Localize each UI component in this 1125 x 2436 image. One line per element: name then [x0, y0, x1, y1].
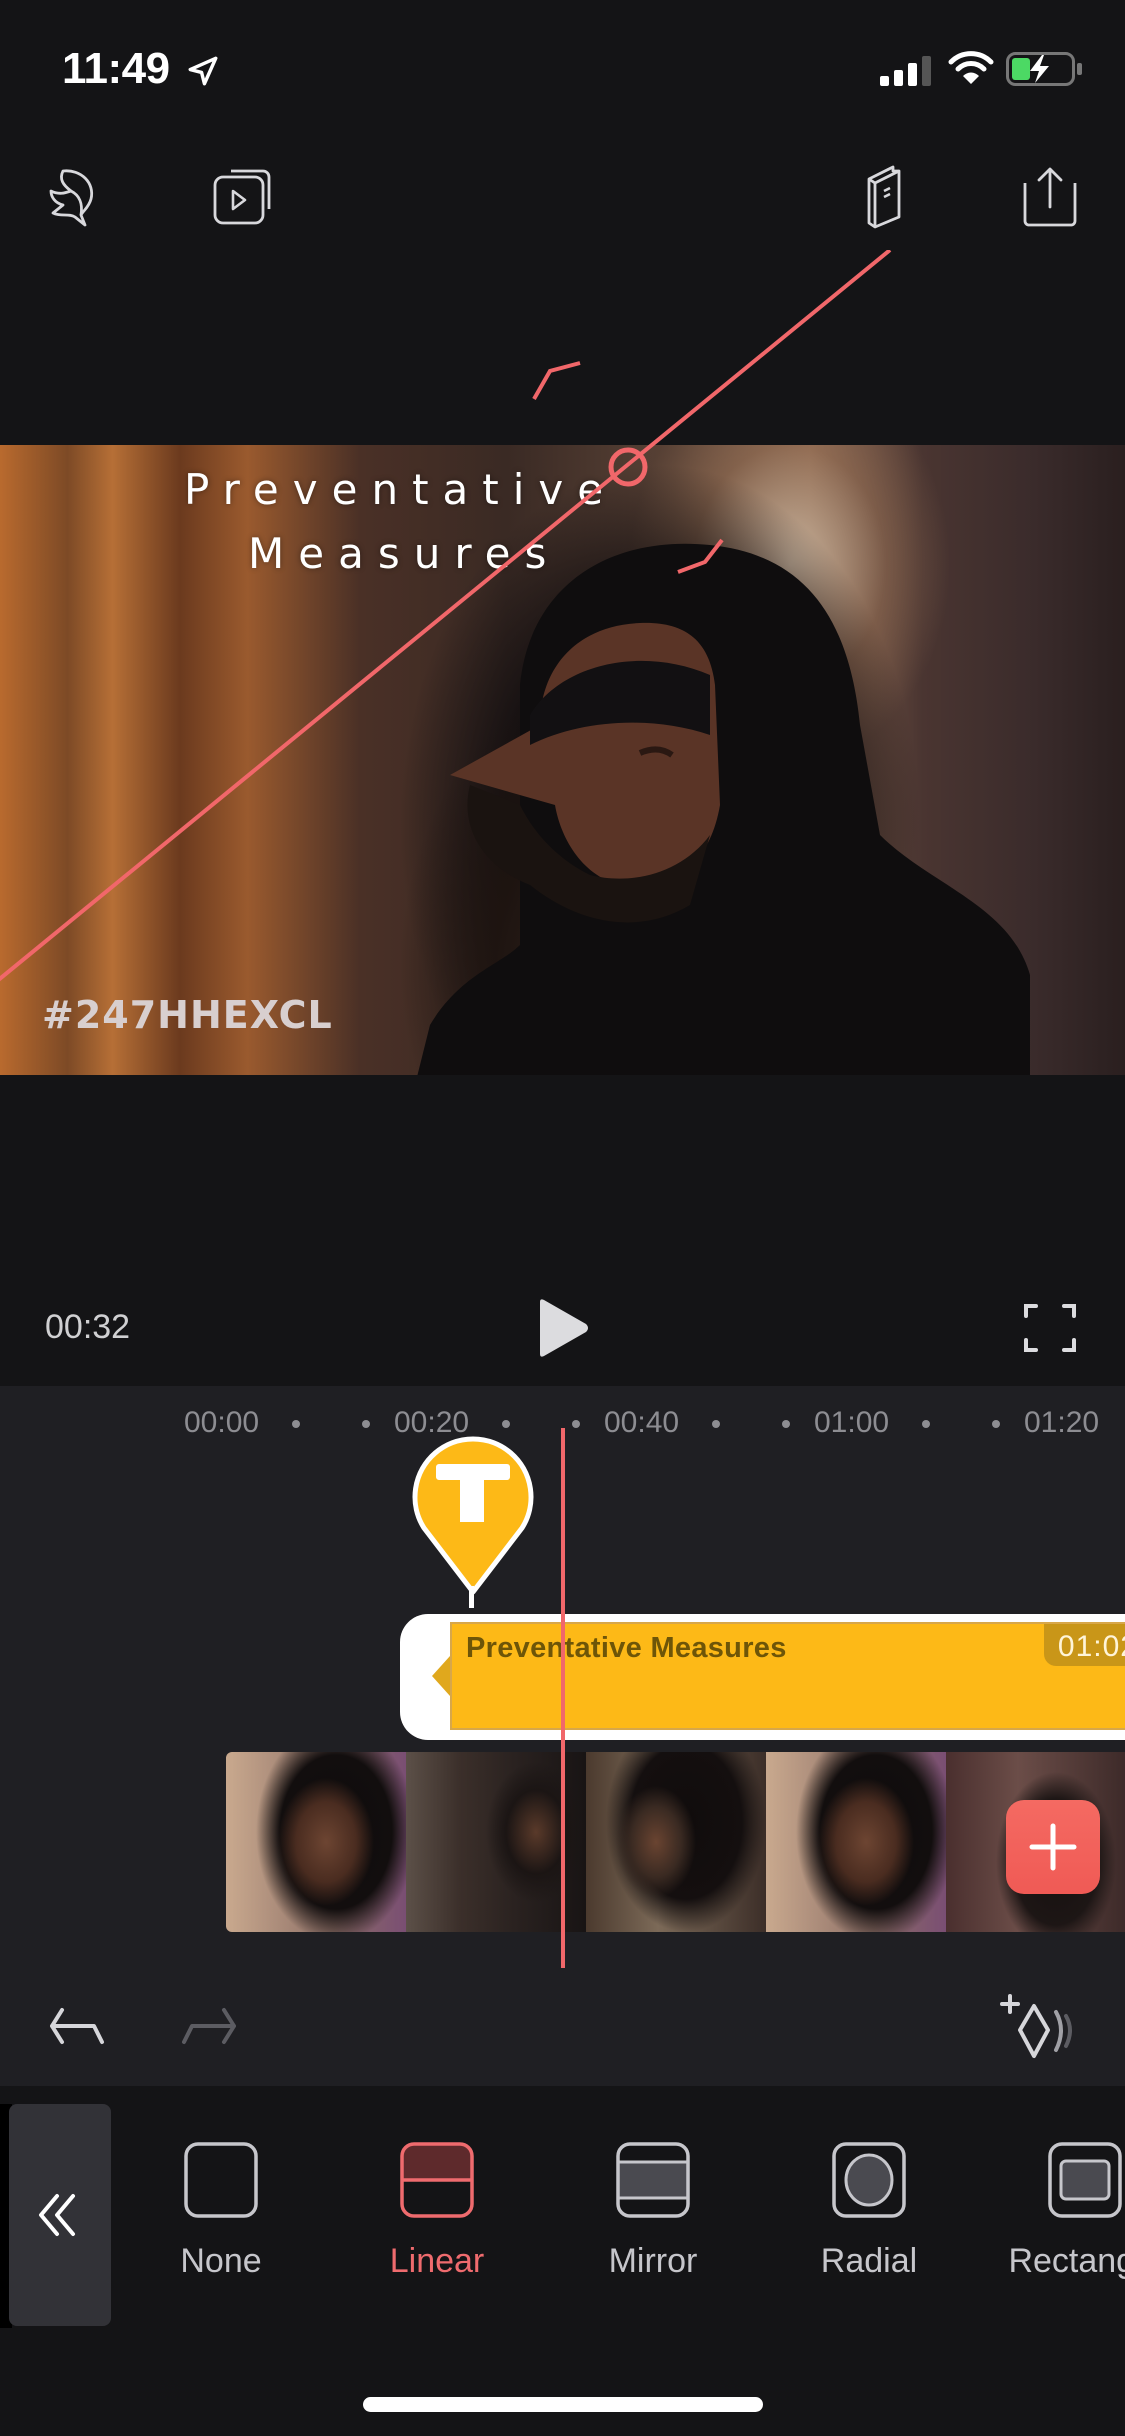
video-frame-thumbnail — [406, 1752, 586, 1932]
mask-option-label: Rectangle — [1008, 2242, 1125, 2280]
app-logo-button[interactable] — [36, 156, 116, 236]
mask-option-radial[interactable]: Radial — [779, 2142, 959, 2302]
location-arrow-icon — [188, 56, 218, 86]
video-frame-thumbnail — [766, 1752, 946, 1932]
clip-trim-handle-left[interactable] — [430, 1656, 452, 1696]
video-frame-thumbnail — [586, 1752, 766, 1932]
cellular-signal-icon — [880, 56, 931, 86]
mask-option-label: Radial — [820, 2242, 918, 2280]
current-time: 00:32 — [45, 1308, 131, 1346]
undo-button[interactable] — [48, 2006, 108, 2052]
book-icon — [867, 165, 901, 229]
text-marker-stem — [469, 1586, 474, 1608]
mask-radial-icon — [832, 2142, 906, 2218]
ruler-label: 01:00 — [814, 1406, 890, 1439]
ruler-dot — [992, 1420, 1000, 1428]
home-indicator[interactable] — [363, 2397, 763, 2412]
plus-icon — [1029, 1823, 1077, 1871]
text-clip-duration: 01:02 — [1043, 1624, 1125, 1666]
play-icon — [540, 1299, 588, 1357]
ruler-dot — [572, 1420, 580, 1428]
ruler-dot — [712, 1420, 720, 1428]
mask-none-icon — [184, 2142, 258, 2218]
video-clip-filmstrip[interactable] — [226, 1752, 1125, 1932]
video-watermark: #247HHEXCL — [42, 993, 333, 1037]
mask-option-none[interactable]: None — [131, 2142, 311, 2302]
fullscreen-icon — [1024, 1304, 1076, 1352]
text-clip-label: Preventative Measures — [466, 1632, 787, 1664]
video-caption-line-1: Preventative — [184, 465, 618, 514]
text-clip[interactable]: Preventative Measures 01:02 — [450, 1622, 1125, 1730]
video-subject-image — [417, 543, 1030, 1075]
mask-linear-icon — [400, 2142, 474, 2218]
redo-button[interactable] — [178, 2006, 238, 2052]
mask-option-rectangle[interactable]: Rectangle — [995, 2142, 1125, 2302]
mask-option-label: Mirror — [608, 2242, 698, 2280]
export-share-button[interactable] — [1010, 156, 1090, 236]
ruler-dot — [782, 1420, 790, 1428]
share-icon — [1023, 167, 1077, 227]
preview-clips-button[interactable] — [200, 156, 280, 236]
mask-option-linear[interactable]: Linear — [347, 2142, 527, 2302]
add-clip-button[interactable] — [1006, 1800, 1100, 1894]
ruler-label: 01:20 — [1024, 1406, 1100, 1439]
undo-icon — [50, 2008, 104, 2044]
tutorial-book-button[interactable] — [848, 156, 928, 236]
timeline[interactable]: 00:00 00:20 00:40 01:00 01:20 Preventati… — [0, 1386, 1125, 2086]
mask-feather-handle-top — [532, 361, 581, 400]
redo-icon — [182, 2008, 236, 2044]
double-chevron-left-icon — [39, 2194, 75, 2236]
battery-charging-icon — [1006, 52, 1082, 86]
ruler-dot — [922, 1420, 930, 1428]
add-keyframe-icon — [1000, 1994, 1072, 2058]
mask-mirror-icon — [616, 2142, 690, 2218]
video-frame[interactable]: Preventative Measures #247HHEXCL — [0, 445, 1125, 1075]
ruler-dot — [502, 1420, 510, 1428]
mask-type-bar: None Linear Mirror Radial Rectangle — [0, 2090, 1125, 2340]
ruler-label: 00:40 — [604, 1406, 680, 1439]
add-keyframe-button[interactable] — [1000, 1992, 1084, 2064]
video-caption-line-2: Measures — [248, 529, 561, 578]
wifi-icon — [948, 51, 994, 84]
play-stack-icon — [213, 169, 271, 225]
collapse-panel-button[interactable] — [9, 2104, 111, 2326]
text-clip-track[interactable]: Preventative Measures 01:02 — [400, 1614, 1125, 1740]
status-time: 11:49 — [62, 44, 170, 93]
mask-rectangle-icon — [1048, 2142, 1122, 2218]
play-button[interactable] — [532, 1296, 592, 1360]
mask-option-label: Linear — [389, 2242, 485, 2280]
ruler-dot — [292, 1420, 300, 1428]
video-preview[interactable]: Preventative Measures #247HHEXCL — [0, 250, 1125, 1280]
ruler-label: 00:00 — [184, 1406, 260, 1439]
text-marker-pin[interactable] — [410, 1428, 536, 1598]
video-frame-thumbnail — [226, 1752, 406, 1932]
fullscreen-button[interactable] — [1022, 1300, 1078, 1356]
mask-option-mirror[interactable]: Mirror — [563, 2142, 743, 2302]
mask-option-label: None — [180, 2242, 262, 2280]
status-bar: 11:49 — [0, 0, 1125, 130]
ruler-dot — [362, 1420, 370, 1428]
app-logo-icon — [49, 169, 94, 227]
playhead[interactable] — [561, 1428, 565, 1968]
